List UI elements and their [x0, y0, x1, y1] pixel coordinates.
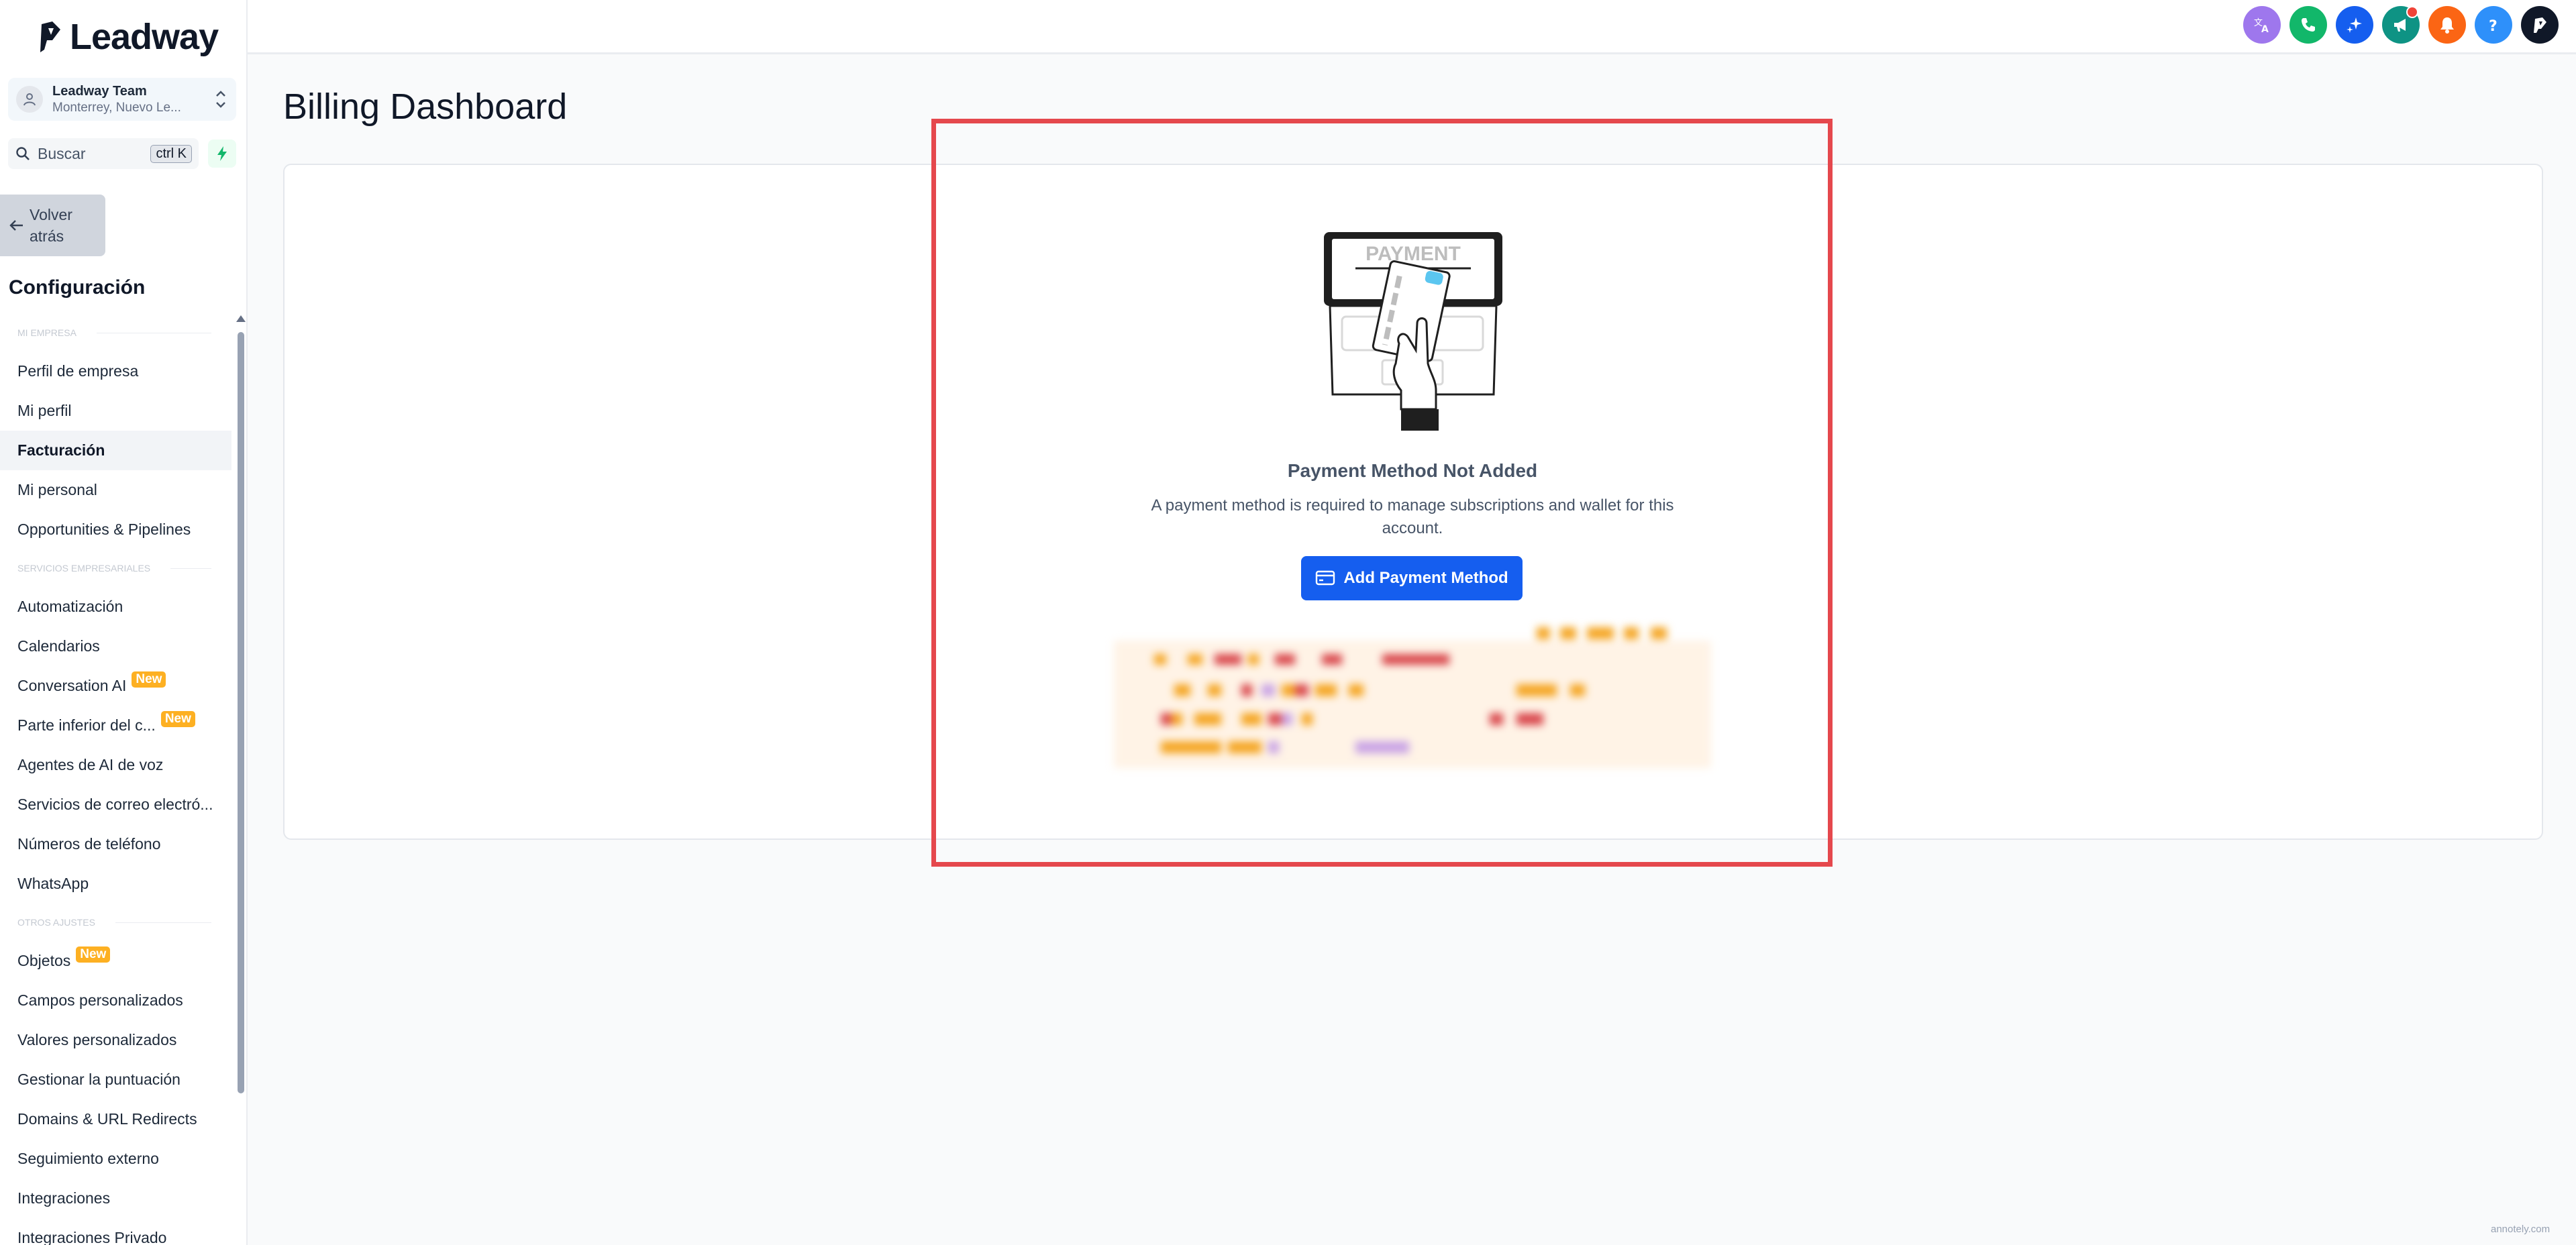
sidebar-item-servicios-correo[interactable]: Servicios de correo electró...	[0, 785, 231, 824]
svg-text:?: ?	[2489, 18, 2497, 35]
sidebar-item-parte-inferior[interactable]: Parte inferior del c... New	[0, 706, 231, 745]
sidebar-item-valores-personalizados[interactable]: Valores personalizados	[0, 1020, 231, 1060]
sidebar-item-opportunities[interactable]: Opportunities & Pipelines	[0, 510, 231, 549]
account-name: Leadway Team	[52, 83, 147, 99]
back-button[interactable]: Volver atrás	[0, 195, 105, 256]
bell-icon[interactable]	[2428, 6, 2466, 44]
account-avatar-icon	[16, 86, 43, 113]
highlight-annotation-box	[931, 119, 1833, 867]
sidebar-item-label: Objetos	[17, 952, 71, 969]
help-icon[interactable]: ?	[2475, 6, 2512, 44]
sidebar-item-objetos[interactable]: Objetos New	[0, 941, 231, 981]
translate-icon[interactable]: 文A	[2243, 6, 2281, 44]
search-input[interactable]: Buscar ctrl K	[8, 138, 199, 169]
settings-title: Configuración	[9, 276, 146, 299]
leadway-logo-icon	[40, 21, 60, 52]
sidebar-item-numeros-telefono[interactable]: Números de teléfono	[0, 824, 231, 864]
sidebar-item-mi-perfil[interactable]: Mi perfil	[0, 391, 231, 431]
new-badge: New	[132, 671, 166, 688]
sidebar-item-label: Conversation AI	[17, 677, 127, 694]
quick-action-button[interactable]	[208, 140, 236, 168]
sidebar-item-conversation-ai[interactable]: Conversation AI New	[0, 666, 231, 706]
sidebar-item-mi-personal[interactable]: Mi personal	[0, 470, 231, 510]
sidebar-item-agentes-ai-voz[interactable]: Agentes de AI de voz	[0, 745, 231, 785]
search-placeholder: Buscar	[38, 144, 86, 162]
phone-icon[interactable]	[2289, 6, 2327, 44]
back-button-label: Volver atrás	[30, 205, 72, 245]
sidebar-item-gestionar-puntuacion[interactable]: Gestionar la puntuación	[0, 1060, 231, 1099]
search-icon	[16, 147, 30, 160]
sidebar-item-integraciones-privado[interactable]: Integraciones Privado	[0, 1218, 231, 1245]
sidebar-scrollbar[interactable]	[238, 332, 244, 1093]
sidebar-item-integraciones[interactable]: Integraciones	[0, 1179, 231, 1218]
user-logo-icon[interactable]	[2521, 6, 2559, 44]
top-bar: 文A ?	[248, 0, 2576, 54]
group-label-otros-ajustes: OTROS AJUSTES	[0, 904, 231, 941]
sidebar: Leadway Leadway Team Monterrey, Nuevo Le…	[0, 0, 248, 1245]
chevron-up-down-icon	[216, 91, 225, 108]
new-badge: New	[76, 946, 111, 963]
brand-name: Leadway	[70, 17, 219, 57]
group-label-mi-empresa: MI EMPRESA	[0, 314, 231, 351]
arrow-left-icon	[9, 220, 23, 231]
sidebar-item-label: Parte inferior del c...	[17, 716, 156, 734]
account-location: Monterrey, Nuevo Le...	[52, 100, 181, 115]
brand-logo[interactable]: Leadway	[38, 16, 219, 58]
sidebar-item-automatizacion[interactable]: Automatización	[0, 587, 231, 627]
watermark: annotely.com	[2491, 1224, 2551, 1235]
settings-menu: MI EMPRESA Perfil de empresa Mi perfil F…	[0, 314, 231, 1245]
scroll-up-arrow-icon[interactable]	[236, 315, 246, 322]
megaphone-icon[interactable]	[2382, 6, 2420, 44]
sparkle-icon[interactable]	[2336, 6, 2373, 44]
sidebar-item-campos-personalizados[interactable]: Campos personalizados	[0, 981, 231, 1020]
sidebar-item-calendarios[interactable]: Calendarios	[0, 627, 231, 666]
search-shortcut: ctrl K	[150, 144, 192, 163]
svg-text:A: A	[2261, 24, 2269, 35]
new-badge: New	[160, 710, 195, 727]
sidebar-item-perfil-de-empresa[interactable]: Perfil de empresa	[0, 351, 231, 391]
sidebar-item-domains[interactable]: Domains & URL Redirects	[0, 1099, 231, 1139]
sidebar-item-whatsapp[interactable]: WhatsApp	[0, 864, 231, 904]
sidebar-item-seguimiento-externo[interactable]: Seguimiento externo	[0, 1139, 231, 1179]
notification-dot	[2406, 6, 2418, 18]
group-label-servicios: SERVICIOS EMPRESARIALES	[0, 549, 231, 587]
lightning-icon	[217, 146, 227, 161]
account-switcher[interactable]: Leadway Team Monterrey, Nuevo Le...	[8, 78, 236, 121]
sidebar-item-facturacion[interactable]: Facturación	[0, 431, 231, 470]
page-title: Billing Dashboard	[283, 87, 568, 127]
